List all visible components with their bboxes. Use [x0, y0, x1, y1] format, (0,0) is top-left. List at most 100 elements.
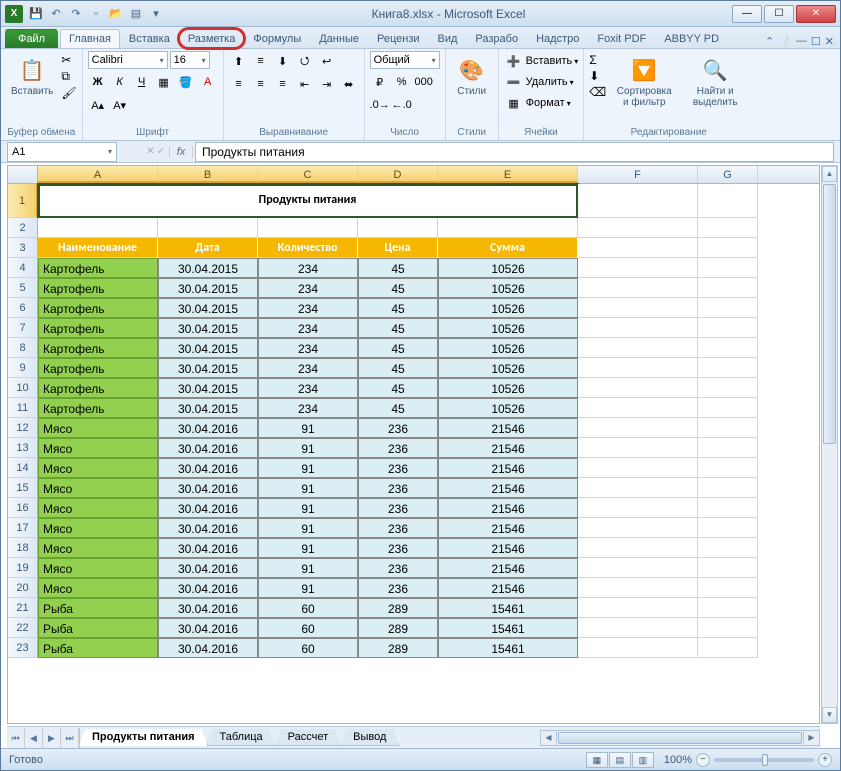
align-right-icon[interactable]: ≡: [273, 74, 293, 94]
sheet-nav-prev-icon[interactable]: ◀: [25, 728, 43, 748]
cell-F19[interactable]: [578, 558, 698, 578]
tab-рецензи[interactable]: Рецензи: [368, 29, 429, 48]
copy-icon[interactable]: ⧉: [61, 69, 76, 84]
close-button[interactable]: ✕: [796, 5, 836, 23]
cell-A8[interactable]: Картофель: [38, 338, 158, 358]
cell-C5[interactable]: 234: [258, 278, 358, 298]
format-cells-icon[interactable]: ▦: [504, 93, 524, 113]
row-header-4[interactable]: 4: [8, 258, 38, 278]
save-icon[interactable]: 💾: [27, 5, 45, 23]
sort-filter-button[interactable]: 🔽 Сортировка и фильтр: [609, 51, 679, 111]
row-header-2[interactable]: 2: [8, 218, 38, 238]
fill-color-icon[interactable]: 🪣: [176, 72, 196, 92]
row-header-8[interactable]: 8: [8, 338, 38, 358]
cell-A20[interactable]: Мясо: [38, 578, 158, 598]
cell-G19[interactable]: [698, 558, 758, 578]
cell-C20[interactable]: 91: [258, 578, 358, 598]
format-painter-icon[interactable]: 🖌: [61, 86, 76, 100]
cell-B10[interactable]: 30.04.2015: [158, 378, 258, 398]
cell-E6[interactable]: 10526: [438, 298, 578, 318]
row-header-1[interactable]: 1: [8, 184, 38, 218]
cell-D5[interactable]: 45: [358, 278, 438, 298]
mdi-max-icon[interactable]: ☐: [811, 35, 821, 48]
hscroll-thumb[interactable]: [558, 732, 802, 744]
row-header-9[interactable]: 9: [8, 358, 38, 378]
cell-B21[interactable]: 30.04.2016: [158, 598, 258, 618]
row-header-6[interactable]: 6: [8, 298, 38, 318]
align-middle-icon[interactable]: ≡: [251, 51, 271, 71]
row-header-5[interactable]: 5: [8, 278, 38, 298]
zoom-level[interactable]: 100%: [664, 754, 692, 766]
autosum-icon[interactable]: Σ: [589, 53, 606, 67]
cell-C15[interactable]: 91: [258, 478, 358, 498]
insert-cells-icon[interactable]: ➕: [504, 51, 524, 71]
cell-title[interactable]: Продукты питания: [38, 184, 578, 218]
cell-C7[interactable]: 234: [258, 318, 358, 338]
tab-формулы[interactable]: Формулы: [244, 29, 310, 48]
tab-надстро[interactable]: Надстро: [527, 29, 588, 48]
cell-C19[interactable]: 91: [258, 558, 358, 578]
cell-G1[interactable]: [698, 184, 758, 218]
cell-D9[interactable]: 45: [358, 358, 438, 378]
cell-A11[interactable]: Картофель: [38, 398, 158, 418]
cell-F18[interactable]: [578, 538, 698, 558]
column-header-E[interactable]: E: [438, 166, 578, 183]
number-format-combo[interactable]: Общий▾: [370, 51, 440, 69]
cell-F14[interactable]: [578, 458, 698, 478]
new-icon[interactable]: ▫: [87, 5, 105, 23]
cell-A14[interactable]: Мясо: [38, 458, 158, 478]
column-header-B[interactable]: B: [158, 166, 258, 183]
cell-B16[interactable]: 30.04.2016: [158, 498, 258, 518]
cell-C12[interactable]: 91: [258, 418, 358, 438]
cell-E21[interactable]: 15461: [438, 598, 578, 618]
cell-D4[interactable]: 45: [358, 258, 438, 278]
cell-F17[interactable]: [578, 518, 698, 538]
cell-E13[interactable]: 21546: [438, 438, 578, 458]
column-header-A[interactable]: A: [38, 166, 158, 183]
cell-B15[interactable]: 30.04.2016: [158, 478, 258, 498]
cell-A5[interactable]: Картофель: [38, 278, 158, 298]
percent-icon[interactable]: %: [392, 72, 412, 92]
cell-E12[interactable]: 21546: [438, 418, 578, 438]
cell-G13[interactable]: [698, 438, 758, 458]
tab-данные[interactable]: Данные: [310, 29, 368, 48]
cell-G7[interactable]: [698, 318, 758, 338]
font-name-combo[interactable]: Calibri▾: [88, 51, 168, 69]
cell-F9[interactable]: [578, 358, 698, 378]
cell-D18[interactable]: 236: [358, 538, 438, 558]
cell-D11[interactable]: 45: [358, 398, 438, 418]
wrap-text-icon[interactable]: ↩: [317, 51, 337, 71]
cell-A23[interactable]: Рыба: [38, 638, 158, 658]
cell-B13[interactable]: 30.04.2016: [158, 438, 258, 458]
currency-icon[interactable]: ₽: [370, 72, 390, 92]
sheet-tab[interactable]: Продукты питания: [79, 729, 208, 746]
cell-F5[interactable]: [578, 278, 698, 298]
cell-G15[interactable]: [698, 478, 758, 498]
row-header-23[interactable]: 23: [8, 638, 38, 658]
open-icon[interactable]: 📂: [107, 5, 125, 23]
cell-F13[interactable]: [578, 438, 698, 458]
tab-abbyy pd[interactable]: ABBYY PD: [655, 29, 728, 48]
sheet-nav-next-icon[interactable]: ▶: [43, 728, 61, 748]
cell-C9[interactable]: 234: [258, 358, 358, 378]
sheet-tab[interactable]: Таблица: [207, 729, 276, 746]
column-header-G[interactable]: G: [698, 166, 758, 183]
cell-C22[interactable]: 60: [258, 618, 358, 638]
cell-A13[interactable]: Мясо: [38, 438, 158, 458]
cell-C21[interactable]: 60: [258, 598, 358, 618]
cell-G5[interactable]: [698, 278, 758, 298]
merge-icon[interactable]: ⬌: [339, 74, 359, 94]
cell-F22[interactable]: [578, 618, 698, 638]
cell-C6[interactable]: 234: [258, 298, 358, 318]
tab-foxit pdf[interactable]: Foxit PDF: [588, 29, 655, 48]
undo-icon[interactable]: ↶: [47, 5, 65, 23]
cell-F23[interactable]: [578, 638, 698, 658]
cell-B2[interactable]: [158, 218, 258, 238]
cell-E17[interactable]: 21546: [438, 518, 578, 538]
row-header-20[interactable]: 20: [8, 578, 38, 598]
row-header-19[interactable]: 19: [8, 558, 38, 578]
cell-C13[interactable]: 91: [258, 438, 358, 458]
cell-E11[interactable]: 10526: [438, 398, 578, 418]
cell-F21[interactable]: [578, 598, 698, 618]
cell-C8[interactable]: 234: [258, 338, 358, 358]
